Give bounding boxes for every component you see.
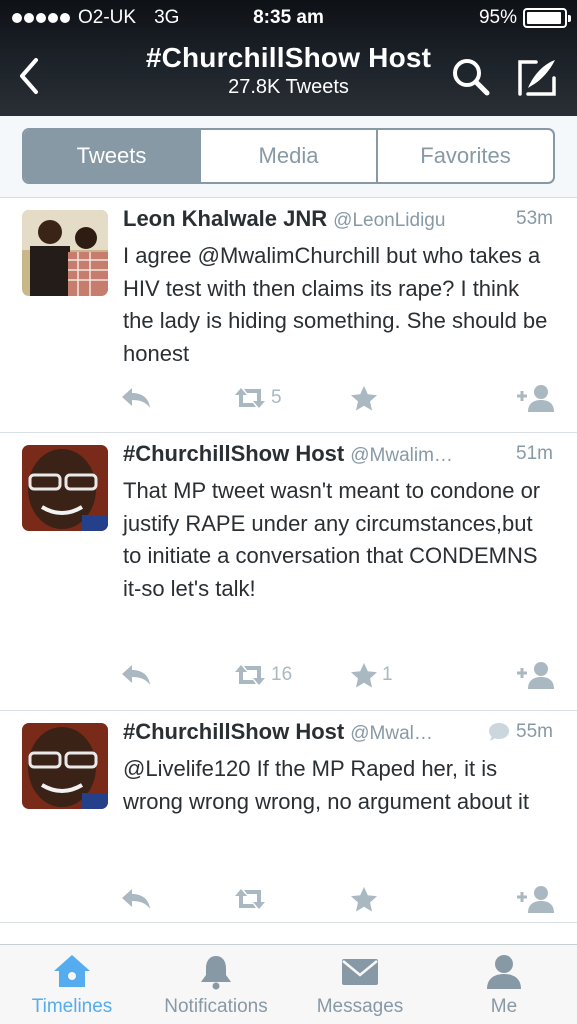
star-icon bbox=[351, 663, 377, 688]
compose-quill-icon bbox=[518, 60, 556, 96]
tab-messages[interactable]: Messages bbox=[288, 945, 432, 1024]
tweet-text: That MP tweet wasn't meant to condone or… bbox=[123, 478, 541, 601]
favorite-button[interactable] bbox=[350, 378, 382, 418]
tweet-time: 51m bbox=[516, 443, 553, 464]
bottom-tab-bar: Timelines Notifications Messages Me bbox=[0, 944, 577, 1024]
compose-tweet-button[interactable] bbox=[516, 56, 558, 98]
tweet-item[interactable]: #ChurchillShow Host @Mwal… 55m @Livelife1… bbox=[0, 711, 577, 923]
retweet-icon bbox=[235, 889, 265, 909]
tweet-text: @Livelife120 If the MP Raped her, it is … bbox=[123, 756, 530, 814]
battery-percent: 95% bbox=[478, 7, 517, 28]
author-name[interactable]: #ChurchillShow Host bbox=[123, 441, 344, 466]
author-handle: @Mwalim… bbox=[350, 445, 453, 466]
author-name[interactable]: Leon Khalwale JNR bbox=[123, 206, 327, 231]
top-bar: O2-UK 3G 8:35 am 95% #ChurchillShow Host… bbox=[0, 0, 577, 116]
avatar[interactable] bbox=[22, 445, 108, 531]
envelope-icon bbox=[342, 959, 378, 985]
tab-tweets[interactable]: Tweets bbox=[24, 130, 199, 182]
battery-icon bbox=[523, 8, 571, 28]
follow-button[interactable] bbox=[516, 655, 556, 695]
tweet-header: Leon Khalwale JNR @LeonLidigu 53m bbox=[123, 206, 555, 238]
tab-me[interactable]: Me bbox=[432, 945, 576, 1024]
retweet-count: 5 bbox=[271, 387, 282, 408]
tab-label: Me bbox=[490, 996, 518, 1017]
tweet-header: #ChurchillShow Host @Mwalim… 51m bbox=[123, 441, 555, 473]
star-icon bbox=[351, 386, 377, 411]
follow-button[interactable] bbox=[516, 378, 556, 418]
search-button[interactable] bbox=[450, 56, 492, 98]
follow-button[interactable] bbox=[516, 879, 556, 919]
tab-timelines[interactable]: Timelines bbox=[0, 945, 144, 1024]
nav-bar: #ChurchillShow Host 27.8K Tweets bbox=[0, 38, 577, 114]
favorite-button[interactable] bbox=[350, 879, 378, 919]
star-icon bbox=[351, 887, 377, 912]
reply-button[interactable] bbox=[120, 879, 152, 919]
retweet-icon bbox=[235, 388, 265, 408]
reply-button[interactable] bbox=[120, 378, 152, 418]
tweet-header: #ChurchillShow Host @Mwal… 55m bbox=[123, 719, 555, 751]
tweet-time: 53m bbox=[516, 208, 553, 229]
reply-icon bbox=[122, 665, 150, 685]
retweet-button[interactable] bbox=[233, 879, 267, 919]
retweet-icon bbox=[235, 665, 265, 685]
tweet-item[interactable]: Leon Khalwale JNR @LeonLidigu 53m I agree… bbox=[0, 198, 577, 433]
conversation-bubble-icon bbox=[489, 723, 510, 741]
reply-button[interactable] bbox=[120, 655, 152, 695]
tab-label: Messages bbox=[316, 996, 404, 1017]
tweet-actions: 16 1 bbox=[0, 655, 577, 695]
retweet-button[interactable]: 16 bbox=[233, 655, 292, 695]
add-person-icon bbox=[517, 385, 554, 412]
tab-media[interactable]: Media bbox=[199, 130, 376, 182]
author-handle: @LeonLidigu bbox=[333, 210, 446, 231]
person-icon bbox=[487, 955, 521, 989]
retweet-button[interactable]: 5 bbox=[233, 378, 282, 418]
segment-bar: Tweets Media Favorites bbox=[0, 116, 577, 198]
reply-icon bbox=[122, 889, 150, 909]
bell-icon bbox=[201, 956, 231, 990]
status-bar: O2-UK 3G 8:35 am 95% bbox=[0, 0, 577, 36]
tweet-actions bbox=[0, 879, 577, 919]
add-person-icon bbox=[517, 886, 554, 913]
retweet-count: 16 bbox=[271, 664, 293, 685]
tab-notifications[interactable]: Notifications bbox=[144, 945, 288, 1024]
tab-favorites[interactable]: Favorites bbox=[376, 130, 553, 182]
favorite-button[interactable]: 1 bbox=[350, 655, 393, 695]
home-icon bbox=[54, 955, 90, 987]
avatar[interactable] bbox=[22, 723, 108, 809]
avatar[interactable] bbox=[22, 210, 108, 296]
author-handle: @Mwal… bbox=[350, 723, 433, 744]
tweet-time: 55m bbox=[488, 721, 553, 743]
search-icon bbox=[453, 59, 490, 96]
reply-icon bbox=[122, 388, 150, 408]
tweet-feed[interactable]: Leon Khalwale JNR @LeonLidigu 53m I agree… bbox=[0, 198, 577, 923]
favorite-count: 1 bbox=[382, 664, 393, 685]
segmented-control: Tweets Media Favorites bbox=[22, 128, 555, 184]
author-name[interactable]: #ChurchillShow Host bbox=[123, 719, 344, 744]
tweet-text: I agree @MwalimChurchill but who takes a… bbox=[123, 243, 548, 366]
add-person-icon bbox=[517, 662, 554, 689]
tweet-item[interactable]: #ChurchillShow Host @Mwalim… 51m That MP … bbox=[0, 433, 577, 711]
tab-label: Notifications bbox=[164, 996, 268, 1017]
tab-label: Timelines bbox=[31, 996, 113, 1017]
tweet-actions: 5 bbox=[0, 378, 577, 418]
